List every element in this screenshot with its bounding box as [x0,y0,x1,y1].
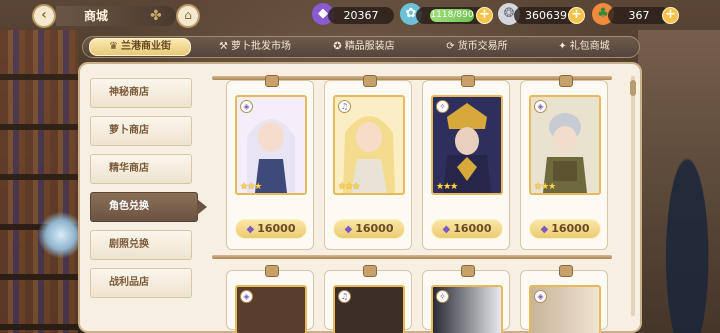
rarity-stars: ★★★ [534,182,556,192]
price-value: 16000 [355,222,394,235]
purple-gem-icon: ◆ [442,224,451,235]
attribute-icon: ◈ [240,290,253,303]
character-card[interactable]: ✧ [422,265,510,333]
exchange-price-button[interactable]: ◆ 16000 [333,219,405,239]
back-button[interactable]: ‹ [32,4,56,28]
price-value: 16000 [551,222,590,235]
character-portrait: ◈ ★★★ [235,95,307,195]
character-portrait: ◈ [529,285,601,333]
character-card[interactable]: ◈ ★★★ ◆ 16000 [226,75,314,250]
carrot-counter: 367 [608,7,670,24]
character-portrait: ♫ [333,285,405,333]
tab-label: 货币交易所 [457,41,508,52]
attribute-icon: ◈ [534,100,547,113]
attribute-icon: ◈ [240,100,253,113]
add-carrot-button[interactable]: + [662,7,679,24]
scroll-track[interactable] [631,76,635,316]
rarity-stars: ★★★ [338,182,360,192]
attribute-icon: ◈ [534,290,547,303]
bookshelf-background [0,30,78,333]
character-portrait: ✧ ★★★ [431,95,503,195]
hammer-icon: ⚒ [219,41,228,52]
stamina-counter: 1118/890 [430,9,474,22]
purple-gem-icon: ◆ [344,224,353,235]
clothes-icon: ✪ [333,41,342,52]
scroll-thumb[interactable] [630,80,636,96]
attribute-icon: ✧ [436,290,449,303]
exchange-icon: ⟳ [446,41,455,52]
attribute-icon: ♫ [338,290,351,303]
character-portrait: ✧ [431,285,503,333]
tab-label: 礼包商城 [569,41,610,52]
sidebar-item-mystery-shop[interactable]: 神秘商店 [90,78,192,108]
character-card[interactable]: ◈ [226,265,314,333]
shop-tab-bar: ♛ 兰港商业街 ⚒ 萝卜批发市场 ✪ 精品服装店 ⟳ 货币交易所 ✦ 礼包商城 [82,36,640,58]
home-button[interactable]: ⌂ [176,4,200,28]
sidebar-item-still-exchange[interactable]: 剧照兑换 [90,230,192,260]
tab-label: 精品服装店 [344,41,395,52]
price-value: 16000 [453,222,492,235]
rarity-stars: ★★★ [436,182,458,192]
character-portrait: ◈ [235,285,307,333]
attribute-icon: ♫ [338,100,351,113]
sidebar-item-essence-shop[interactable]: 精华商店 [90,154,192,184]
sidebar-item-loot-shop[interactable]: 战利品店 [90,268,192,298]
tab-lan-harbor-street[interactable]: ♛ 兰港商业街 [89,38,191,56]
tab-gift-shop[interactable]: ✦ 礼包商城 [539,39,629,55]
character-card[interactable]: ◈ [520,265,608,333]
character-portrait: ♫ ★★★ [333,95,405,195]
exchange-price-button[interactable]: ◆ 16000 [431,219,503,239]
top-bar: ‹ 商城 ✤ ⌂ ◆ 20367 ✿ 1118/890 + ❂ 360639 +… [0,0,720,30]
character-card[interactable]: ♫ [324,265,412,333]
character-card[interactable]: ◈ ★★★ ◆ 16000 [520,75,608,250]
purple-gem-icon: ◆ [246,224,255,235]
exchange-price-button[interactable]: ◆ 16000 [235,219,307,239]
exchange-price-button[interactable]: ◆ 16000 [529,219,601,239]
price-value: 16000 [257,222,296,235]
add-coin-button[interactable]: + [568,7,585,24]
gem-counter: 20367 [328,7,394,24]
hanging-rope [212,255,612,259]
tab-label: 兰港商业街 [120,41,171,52]
character-portrait: ◈ ★★★ [529,95,601,195]
add-stamina-button[interactable]: + [476,7,493,24]
tab-currency-exchange[interactable]: ⟳ 货币交易所 [427,39,527,55]
crown-icon: ♛ [109,41,118,52]
sidebar-item-carrot-shop[interactable]: 萝卜商店 [90,116,192,146]
purple-gem-icon: ◆ [540,224,549,235]
tab-boutique[interactable]: ✪ 精品服装店 [315,39,413,55]
rarity-stars: ★★★ [240,182,262,192]
character-card[interactable]: ♫ ★★★ ◆ 16000 [324,75,412,250]
gift-icon: ✦ [558,41,567,52]
tab-label: 萝卜批发市场 [230,41,291,52]
sidebar-item-character-exchange[interactable]: 角色兑换 [90,192,207,222]
tab-carrot-wholesale[interactable]: ⚒ 萝卜批发市场 [203,39,307,55]
attribute-icon: ✧ [436,100,449,113]
room-background-right [638,30,720,333]
character-card[interactable]: ✧ ★★★ ◆ 16000 [422,75,510,250]
clover-icon: ✤ [150,8,162,24]
